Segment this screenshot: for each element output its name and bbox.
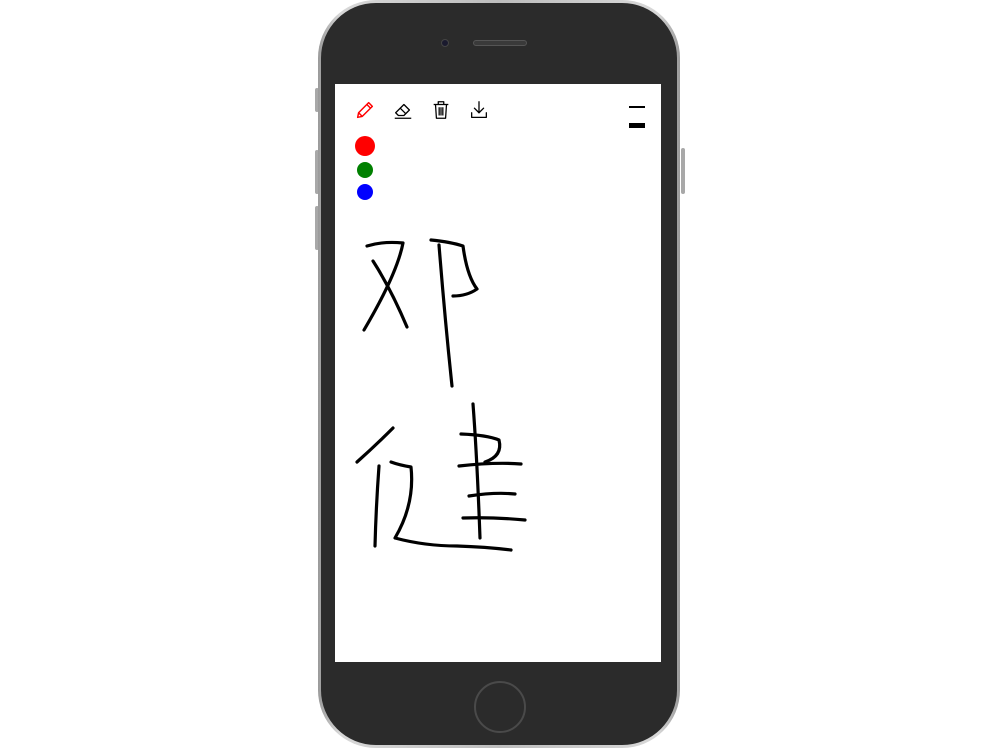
stroke-width-selector — [629, 106, 645, 128]
color-swatch-green[interactable] — [357, 162, 373, 178]
front-camera — [441, 39, 449, 47]
download-icon — [471, 101, 487, 118]
stroke — [457, 461, 523, 468]
stage — [0, 0, 1000, 750]
trash-icon — [433, 101, 449, 119]
stroke-width-thin[interactable] — [629, 106, 645, 108]
stroke — [467, 491, 517, 498]
stroke — [389, 460, 513, 552]
clear-canvas-button[interactable] — [429, 98, 453, 122]
pen-tool-button[interactable] — [353, 98, 377, 122]
pencil-icon — [356, 101, 374, 119]
ink-strokes — [355, 238, 527, 552]
color-palette — [355, 136, 375, 200]
stroke — [461, 516, 527, 522]
eraser-icon — [394, 103, 412, 119]
drawing-canvas[interactable] — [335, 84, 661, 662]
eraser-tool-button[interactable] — [391, 98, 415, 122]
stroke — [371, 259, 409, 329]
download-button[interactable] — [467, 98, 491, 122]
stroke — [459, 432, 502, 464]
toolbar — [353, 98, 491, 122]
color-swatch-red[interactable] — [355, 136, 375, 156]
power-button — [681, 148, 685, 194]
color-swatch-blue[interactable] — [357, 184, 373, 200]
stroke — [373, 464, 381, 548]
earpiece-speaker — [473, 40, 527, 46]
drawing-screen — [335, 84, 661, 662]
stroke — [437, 243, 454, 388]
stroke — [362, 240, 405, 332]
stroke-width-thick[interactable] — [629, 123, 645, 128]
stroke — [355, 426, 395, 464]
home-button[interactable] — [474, 681, 526, 733]
